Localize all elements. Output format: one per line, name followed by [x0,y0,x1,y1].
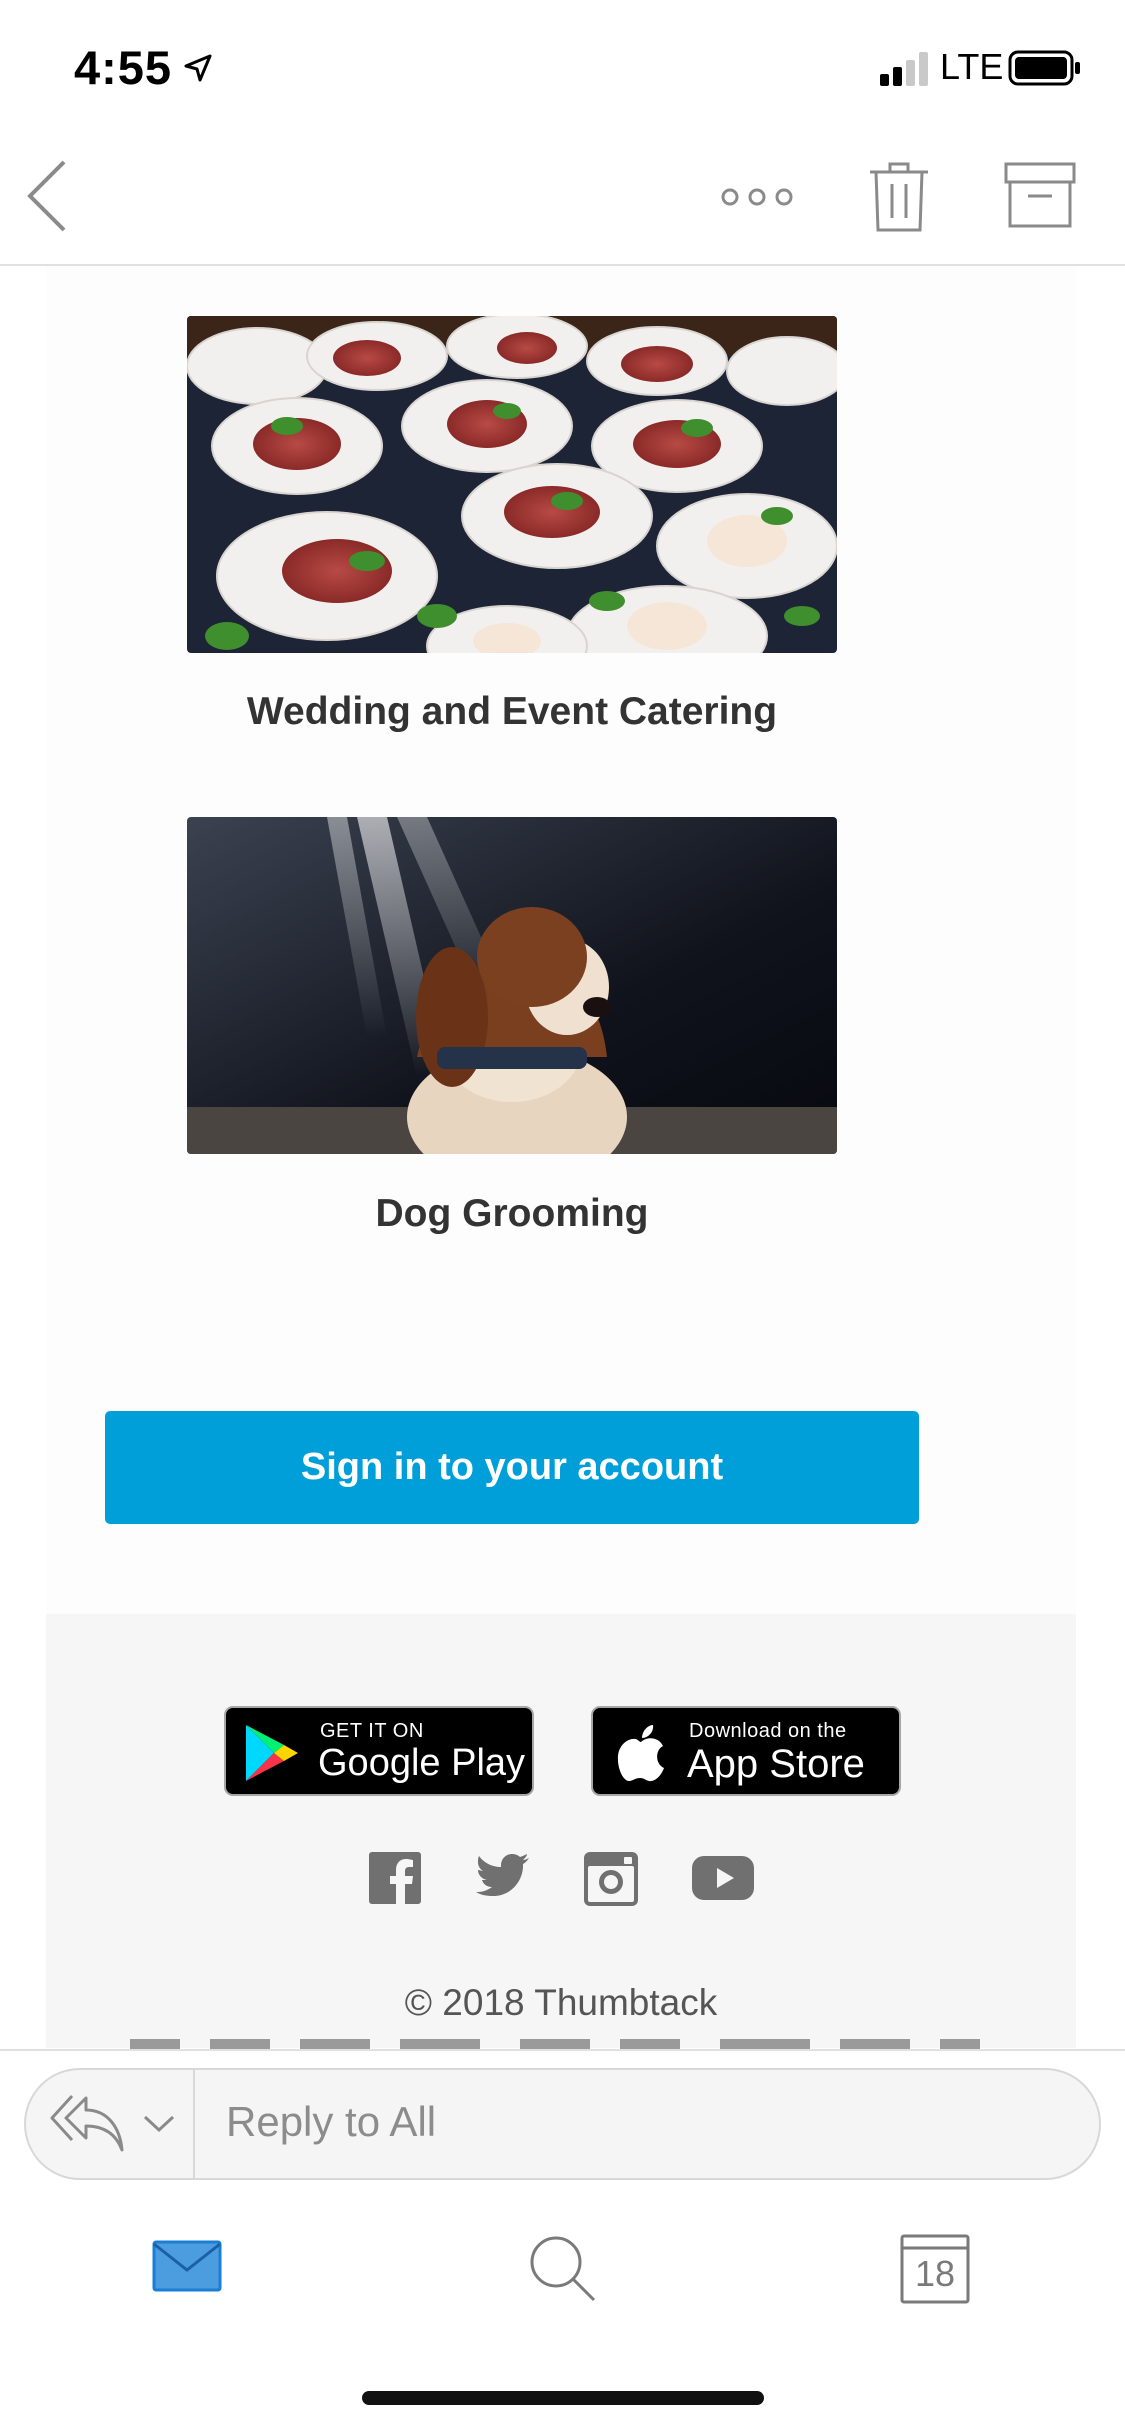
archive-icon[interactable] [1004,160,1076,230]
more-dots-icon[interactable] [720,185,794,209]
status-time: 4:55 [74,41,173,94]
trash-icon[interactable] [868,160,930,234]
reply-separator [193,2070,195,2178]
search-icon[interactable] [528,2234,598,2304]
badge-small-text: GET IT ON [320,1720,424,1742]
card-title[interactable]: Dog Grooming [187,1192,837,1236]
reply-bar[interactable] [24,2068,1101,2180]
mail-icon[interactable] [152,2240,222,2292]
calendar-day: 18 [914,2253,956,2294]
google-play-icon [246,1725,298,1781]
reply-all-icon[interactable] [50,2092,124,2154]
network-type: LTE [940,46,1004,87]
apple-icon [617,1725,664,1782]
google-play-badge[interactable]: GET IT ON Google Play [224,1706,534,1796]
signal-icon [880,52,928,86]
card-title[interactable]: Wedding and Event Catering [187,690,837,734]
reply-divider [0,2049,1125,2051]
app-store-badge[interactable]: Download on the App Store [591,1706,901,1796]
badge-big-text: App Store [687,1742,865,1786]
location-arrow-icon [184,54,212,82]
battery-icon [1008,50,1080,86]
copyright-text: © 2018 Thumbtack [404,1982,718,2023]
address-text-clipped [130,2039,980,2049]
dog-photo[interactable] [187,817,837,1154]
home-indicator [362,2391,764,2405]
chevron-down-icon[interactable] [142,2114,176,2134]
badge-small-text: Download on the [689,1720,847,1742]
sign-in-button[interactable]: Sign in to your account [105,1411,919,1524]
catering-photo[interactable] [187,316,837,653]
instagram-icon[interactable] [584,1852,638,1906]
chevron-left-icon[interactable] [24,158,70,234]
reply-input[interactable]: Reply to All [226,2098,436,2146]
badge-big-text: Google Play [318,1742,526,1784]
twitter-icon[interactable] [476,1852,530,1898]
youtube-icon[interactable] [692,1856,754,1900]
facebook-icon[interactable] [369,1852,421,1904]
